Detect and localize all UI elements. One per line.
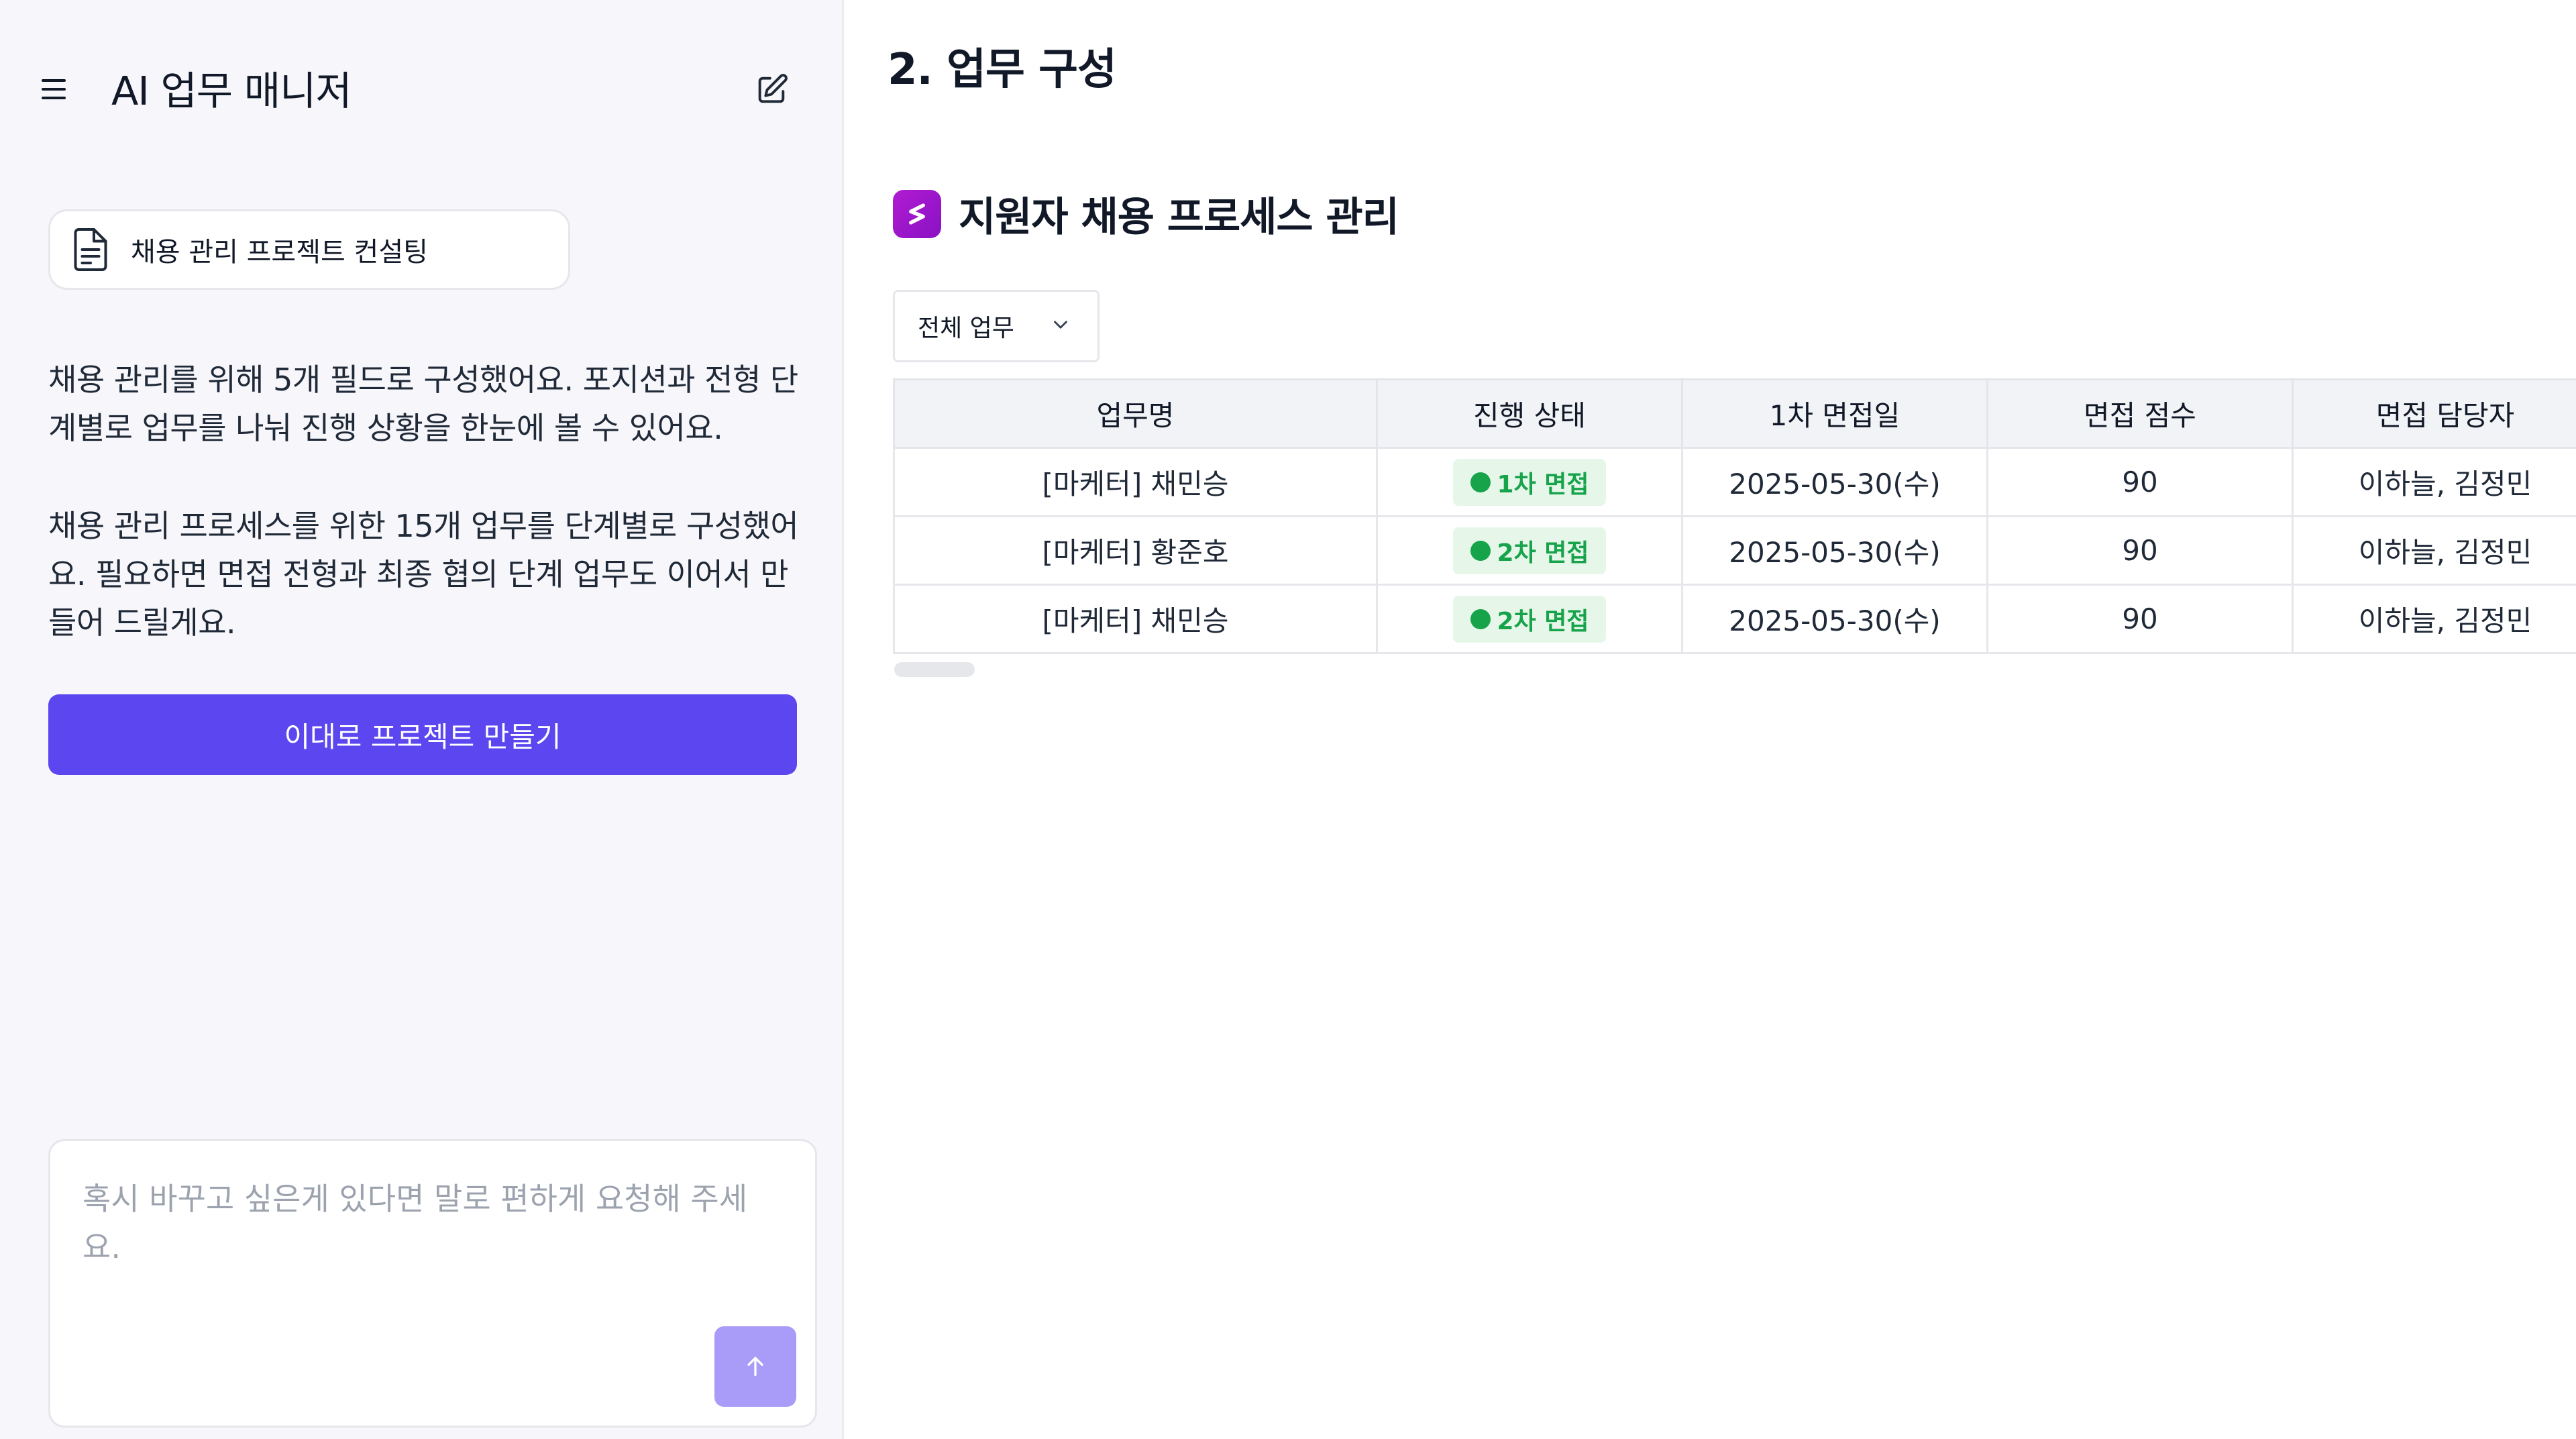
header-status[interactable]: 진행 상태 bbox=[1376, 378, 1683, 449]
cell-interviewer[interactable]: 이하늘, 김정민 bbox=[2292, 584, 2576, 654]
header-interviewer[interactable]: 면접 담당자 bbox=[2292, 378, 2576, 449]
cell-interview-date[interactable]: 2025-05-30(수) bbox=[1681, 447, 1988, 517]
status-badge-label: 2차 면접 bbox=[1497, 539, 1589, 567]
chat-input-box bbox=[48, 1139, 817, 1428]
header-interview-date[interactable]: 1차 면접일 bbox=[1681, 378, 1988, 449]
create-project-button[interactable]: 이대로 프로젝트 만들기 bbox=[48, 694, 797, 775]
cell-status[interactable]: 2차 면접 bbox=[1376, 515, 1683, 586]
cell-task-name[interactable]: [마케터] 채민승 bbox=[893, 447, 1378, 517]
assistant-message-2: 채용 관리 프로세스를 위한 15개 업무를 단계별로 구성했어요. 필요하면 … bbox=[48, 508, 799, 641]
header-task-name[interactable]: 업무명 bbox=[893, 378, 1378, 449]
cell-task-name[interactable]: [마케터] 채민승 bbox=[893, 584, 1378, 654]
document-icon bbox=[70, 227, 111, 272]
cell-task-name[interactable]: [마케터] 황준호 bbox=[893, 515, 1378, 586]
section-title: 2. 업무 구성 bbox=[888, 45, 1117, 95]
chat-input[interactable] bbox=[81, 1173, 786, 1328]
project-name: 지원자 채용 프로세스 관리 bbox=[959, 194, 1399, 241]
cell-interview-score[interactable]: 90 bbox=[1986, 515, 2294, 586]
arrow-up-icon bbox=[742, 1352, 769, 1381]
task-filter-dropdown[interactable]: 전체 업무 bbox=[893, 290, 1099, 362]
task-filter-value: 전체 업무 bbox=[918, 315, 1014, 342]
cell-interviewer[interactable]: 이하늘, 김정민 bbox=[2292, 515, 2576, 586]
cell-interviewer[interactable]: 이하늘, 김정민 bbox=[2292, 447, 2576, 517]
status-badge-label: 1차 면접 bbox=[1497, 470, 1589, 498]
main-panel: 2. 업무 구성 지원자 채용 프로세스 관리 전체 업무 업무명 진행 상태 … bbox=[846, 0, 2576, 1439]
task-table-container: 업무명 진행 상태 1차 면접일 면접 점수 면접 담당자 [마케터] 채민승 … bbox=[893, 378, 2576, 654]
project-chip-label: 채용 관리 프로젝트 컨설팅 bbox=[131, 237, 428, 268]
status-badge: 1차 면접 bbox=[1452, 458, 1607, 506]
cell-interview-date[interactable]: 2025-05-30(수) bbox=[1681, 515, 1988, 586]
header-interview-score[interactable]: 면접 점수 bbox=[1986, 378, 2294, 449]
cell-interview-score[interactable]: 90 bbox=[1986, 447, 2294, 517]
project-chip[interactable]: 채용 관리 프로젝트 컨설팅 bbox=[48, 209, 570, 290]
table-row[interactable]: [마케터] 황준호 2차 면접 2025-05-30(수) 90 이하늘, 김정… bbox=[893, 515, 2576, 586]
project-heading: 지원자 채용 프로세스 관리 bbox=[893, 184, 1399, 243]
edit-icon[interactable] bbox=[754, 72, 789, 107]
app-title: AI 업무 매니저 bbox=[111, 68, 352, 114]
table-row[interactable]: [마케터] 채민승 1차 면접 2025-05-30(수) 90 이하늘, 김정… bbox=[893, 447, 2576, 517]
status-badge: 2차 면접 bbox=[1452, 527, 1607, 574]
menu-icon[interactable] bbox=[42, 75, 70, 103]
task-table: 업무명 진행 상태 1차 면접일 면접 점수 면접 담당자 [마케터] 채민승 … bbox=[893, 378, 2576, 654]
table-header-row: 업무명 진행 상태 1차 면접일 면접 점수 면접 담당자 bbox=[893, 378, 2576, 449]
table-row[interactable]: [마케터] 채민승 2차 면접 2025-05-30(수) 90 이하늘, 김정… bbox=[893, 584, 2576, 654]
send-button[interactable] bbox=[714, 1326, 796, 1407]
sidebar: AI 업무 매니저 채용 관리 프로젝트 컨설팅 채용 관리를 위해 5개 필드… bbox=[0, 0, 844, 1439]
cell-interview-date[interactable]: 2025-05-30(수) bbox=[1681, 584, 1988, 654]
status-dot-icon bbox=[1470, 472, 1491, 492]
status-dot-icon bbox=[1470, 540, 1491, 561]
cell-status[interactable]: 1차 면접 bbox=[1376, 447, 1683, 517]
status-dot-icon bbox=[1470, 608, 1491, 629]
assistant-message-1: 채용 관리를 위해 5개 필드로 구성했어요. 포지션과 전형 단계별로 업무를… bbox=[48, 362, 798, 446]
cell-status[interactable]: 2차 면접 bbox=[1376, 584, 1683, 654]
cell-interview-score[interactable]: 90 bbox=[1986, 584, 2294, 654]
status-badge: 2차 면접 bbox=[1452, 595, 1607, 643]
chevron-down-icon bbox=[1049, 313, 1072, 339]
brand-logo-icon bbox=[893, 189, 941, 238]
status-badge-label: 2차 면접 bbox=[1497, 607, 1589, 635]
horizontal-scrollbar[interactable] bbox=[894, 662, 975, 677]
